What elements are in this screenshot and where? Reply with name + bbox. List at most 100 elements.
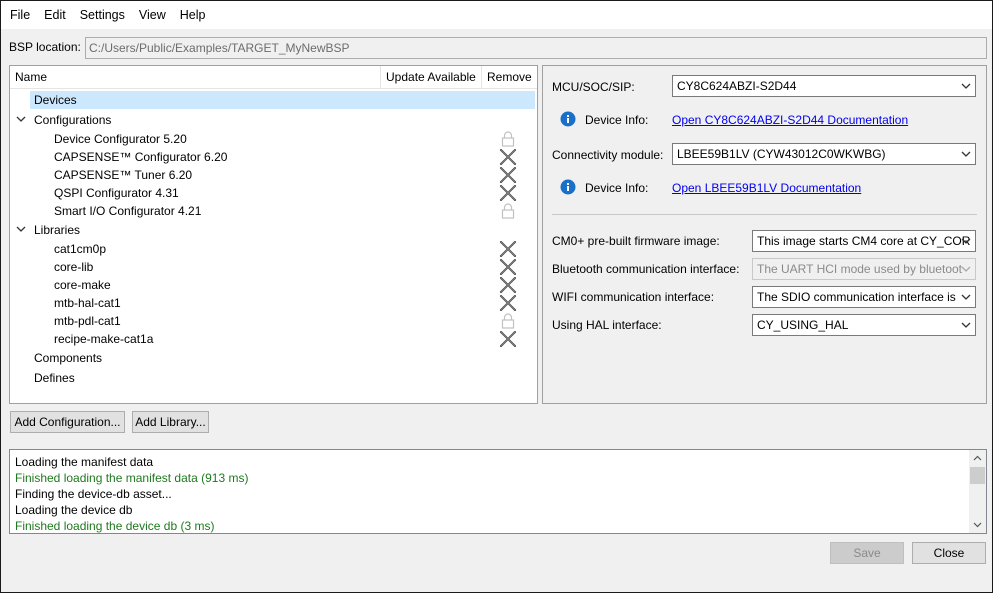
log-output[interactable]: Loading the manifest data Finished loadin… — [9, 449, 987, 534]
column-remove[interactable]: Remove — [481, 66, 537, 89]
chevron-up-icon[interactable] — [973, 455, 982, 461]
menu-bar: File Edit Settings View Help — [1, 1, 992, 29]
tree-item[interactable]: mtb-hal-cat1 — [10, 294, 537, 312]
setting-select: The UART HCI mode used by bluetoot — [752, 258, 976, 280]
log-line: Finding the device-db asset... — [15, 487, 172, 501]
tree-item-label: mtb-pdl-cat1 — [54, 314, 121, 328]
tree-item-label: core-lib — [54, 260, 94, 274]
remove-x-icon[interactable] — [499, 258, 517, 276]
connectivity-module-label: Connectivity module: — [552, 148, 664, 162]
tree-item-label: Defines — [34, 371, 75, 385]
scrollbar-thumb[interactable] — [970, 467, 985, 484]
connectivity-module-value: LBEE59B1LV (CYW43012C0WKWBG) — [677, 147, 886, 161]
tree-item-label: Smart I/O Configurator 4.21 — [54, 204, 202, 218]
tree-item-label: Device Configurator 5.20 — [54, 132, 187, 146]
close-button[interactable]: Close — [912, 542, 986, 564]
setting-value: The SDIO communication interface is — [757, 290, 956, 304]
tree-item-label: Components — [34, 351, 103, 365]
tree-item[interactable]: core-lib — [10, 258, 537, 276]
tree-item-devices[interactable]: Devices — [10, 91, 537, 109]
bsp-location-label: BSP location: — [9, 40, 81, 54]
tree-item-label: core-make — [54, 278, 111, 292]
add-configuration-button[interactable]: Add Configuration... — [10, 411, 125, 433]
chevron-down-icon[interactable] — [16, 114, 26, 124]
lock-icon — [499, 130, 517, 148]
chevron-down-icon[interactable] — [973, 522, 982, 528]
setting-label: WIFI communication interface: — [552, 290, 715, 304]
remove-x-icon[interactable] — [499, 148, 517, 166]
tree-item-label: cat1cm0p — [54, 242, 107, 256]
chevron-down-icon — [961, 83, 971, 89]
tree-item-configurations[interactable]: Configurations — [10, 111, 537, 129]
bsp-location-field[interactable]: C:/Users/Public/Examples/TARGET_MyNewBSP — [85, 37, 987, 59]
setting-select[interactable]: The SDIO communication interface is — [752, 286, 976, 308]
device-settings-panel: MCU/SOC/SIP: CY8C624ABZI-S2D44 Device In… — [542, 65, 987, 404]
log-line: Loading the device db — [15, 503, 133, 517]
tree-item-label: Devices — [34, 93, 77, 107]
log-line: Finished loading the manifest data (913 … — [15, 471, 249, 485]
bsp-tree: Name Update Available Remove Devices Con… — [9, 65, 538, 404]
chevron-down-icon[interactable] — [16, 224, 26, 234]
save-button[interactable]: Save — [830, 542, 904, 564]
tree-item-libraries[interactable]: Libraries — [10, 221, 537, 239]
remove-x-icon[interactable] — [499, 184, 517, 202]
tree-item[interactable]: cat1cm0p — [10, 240, 537, 258]
bsp-assistant-window: File Edit Settings View Help BSP locatio… — [0, 0, 993, 593]
menu-settings[interactable]: Settings — [73, 5, 132, 25]
tree-item-defines[interactable]: Defines — [10, 369, 537, 387]
tree-item[interactable]: Smart I/O Configurator 4.21 — [10, 202, 537, 220]
tree-item[interactable]: CAPSENSE™ Configurator 6.20 — [10, 148, 537, 166]
tree-item-label: mtb-hal-cat1 — [54, 296, 121, 310]
log-line: Finished loading the device db (3 ms) — [15, 519, 215, 533]
info-icon — [560, 111, 576, 127]
chevron-down-icon — [961, 151, 971, 157]
menu-file[interactable]: File — [3, 5, 37, 25]
connectivity-documentation-link[interactable]: Open LBEE59B1LV Documentation — [672, 181, 861, 195]
tree-item-label: Libraries — [34, 223, 81, 237]
setting-label: Using HAL interface: — [552, 318, 662, 332]
tree-item[interactable]: mtb-pdl-cat1 — [10, 312, 537, 330]
lock-icon — [499, 312, 517, 330]
device-info-label: Device Info: — [585, 181, 649, 195]
log-scrollbar[interactable] — [969, 450, 986, 533]
setting-value: The UART HCI mode used by bluetoot — [757, 262, 962, 276]
tree-item-components[interactable]: Components — [10, 349, 537, 367]
separator — [552, 214, 977, 215]
remove-x-icon[interactable] — [499, 276, 517, 294]
tree-item[interactable]: Device Configurator 5.20 — [10, 130, 537, 148]
menu-view[interactable]: View — [132, 5, 173, 25]
remove-x-icon[interactable] — [499, 330, 517, 348]
connectivity-module-select[interactable]: LBEE59B1LV (CYW43012C0WKWBG) — [672, 143, 976, 165]
tree-item-label: Configurations — [34, 113, 112, 127]
log-line: Loading the manifest data — [15, 455, 154, 469]
tree-item-label: recipe-make-cat1a — [54, 332, 154, 346]
tree-item[interactable]: QSPI Configurator 4.31 — [10, 184, 537, 202]
info-icon — [560, 179, 576, 195]
lock-icon — [499, 202, 517, 220]
mcu-documentation-link[interactable]: Open CY8C624ABZI-S2D44 Documentation — [672, 113, 908, 127]
tree-item-label: CAPSENSE™ Tuner 6.20 — [54, 168, 193, 182]
column-name[interactable]: Name — [15, 66, 47, 89]
remove-x-icon[interactable] — [499, 166, 517, 184]
tree-header: Name Update Available Remove — [10, 66, 537, 89]
menu-edit[interactable]: Edit — [37, 5, 73, 25]
remove-x-icon[interactable] — [499, 240, 517, 258]
device-info-label: Device Info: — [585, 113, 649, 127]
mcu-select[interactable]: CY8C624ABZI-S2D44 — [672, 75, 976, 97]
tree-item-label: CAPSENSE™ Configurator 6.20 — [54, 150, 228, 164]
tree-item[interactable]: CAPSENSE™ Tuner 6.20 — [10, 166, 537, 184]
menu-help[interactable]: Help — [173, 5, 213, 25]
mcu-value: CY8C624ABZI-S2D44 — [677, 79, 797, 93]
add-library-button[interactable]: Add Library... — [132, 411, 209, 433]
column-update-available[interactable]: Update Available — [380, 66, 480, 89]
setting-select[interactable]: CY_USING_HAL — [752, 314, 976, 336]
setting-value: CY_USING_HAL — [757, 318, 849, 332]
tree-item[interactable]: recipe-make-cat1a — [10, 330, 537, 348]
setting-select[interactable]: This image starts CM4 core at CY_COR — [752, 230, 976, 252]
tree-item-label: QSPI Configurator 4.31 — [54, 186, 179, 200]
setting-label: Bluetooth communication interface: — [552, 262, 740, 276]
remove-x-icon[interactable] — [499, 294, 517, 312]
setting-label: CM0+ pre-built firmware image: — [552, 234, 720, 248]
mcu-label: MCU/SOC/SIP: — [552, 80, 635, 94]
tree-item[interactable]: core-make — [10, 276, 537, 294]
